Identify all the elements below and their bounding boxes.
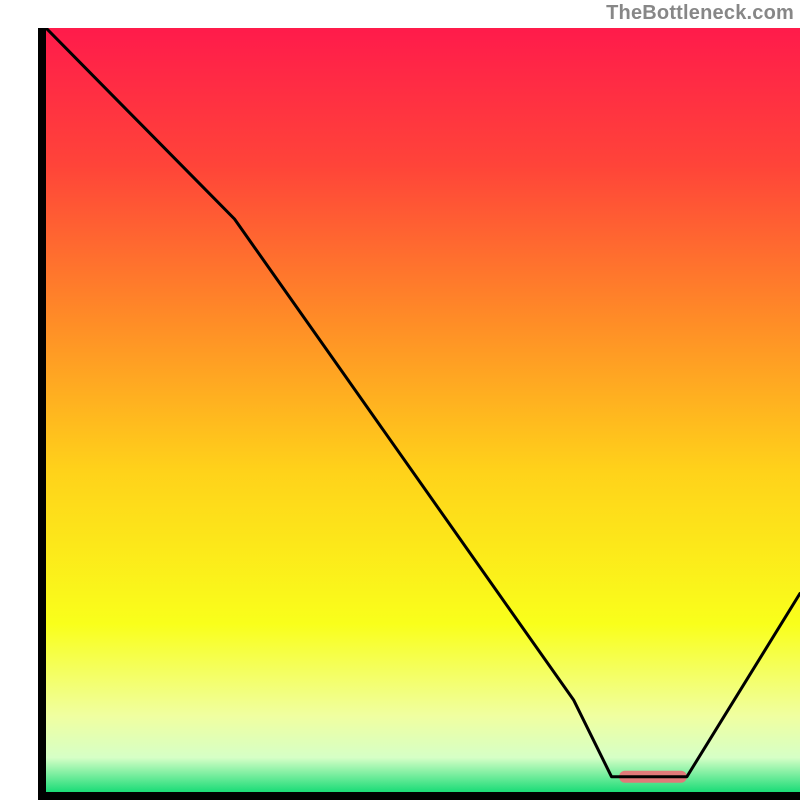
chart-container: TheBottleneck.com (0, 0, 800, 800)
axes-frame (38, 28, 800, 800)
plot-area (46, 28, 800, 792)
watermark-text: TheBottleneck.com (606, 2, 794, 25)
bottleneck-curve (46, 28, 800, 792)
